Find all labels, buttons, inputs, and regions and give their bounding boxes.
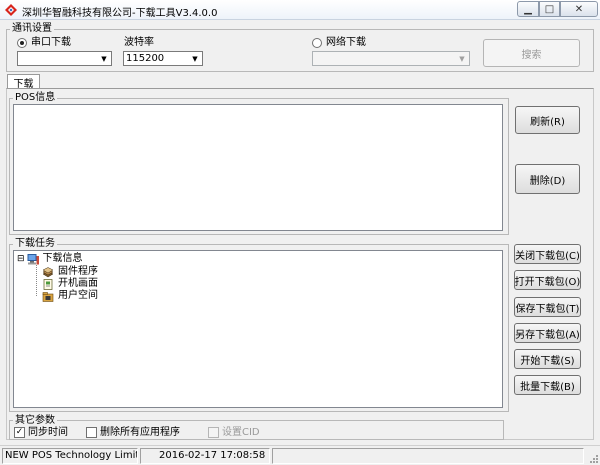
close-icon: ✕ — [574, 3, 584, 15]
refresh-button-label: 刷新(R) — [530, 116, 565, 128]
app-logo-icon — [5, 4, 17, 16]
maximize-icon: □ — [544, 3, 555, 15]
resize-grip-icon[interactable] — [588, 453, 598, 463]
start-download-button[interactable]: 开始下载(S) — [514, 349, 581, 369]
chevron-down-icon[interactable]: ▼ — [188, 52, 202, 65]
tree-item-firmware-label: 固件程序 — [58, 266, 98, 277]
chevron-down-icon[interactable]: ▼ — [455, 52, 469, 65]
tab-download[interactable]: 下载 — [7, 74, 40, 90]
tree-root-item[interactable]: ⊟ 下载信息 — [17, 253, 83, 265]
close-package-label: 关闭下载包(C) — [515, 250, 580, 262]
maximize-button[interactable]: □ — [539, 1, 560, 17]
open-package-label: 打开下载包(O) — [514, 276, 581, 288]
network-download-radio[interactable] — [312, 38, 322, 48]
close-package-button[interactable]: 关闭下载包(C) — [514, 244, 581, 264]
tree-item-user-space[interactable]: 用户空间 — [42, 290, 98, 302]
set-cid-checkbox[interactable] — [208, 427, 219, 438]
tree-item-boot-screen[interactable]: 开机画面 — [42, 278, 98, 290]
window-title: 深圳华智融科技有限公司-下载工具V3.4.0.0 — [22, 8, 218, 19]
baud-rate-label: 波特率 — [124, 37, 154, 48]
tree-collapse-icon[interactable]: ⊟ — [17, 254, 25, 264]
start-download-label: 开始下载(S) — [520, 355, 575, 367]
download-tasks-tree[interactable]: ⊟ 下载信息 固件程序 开机画面 用户空间 — [13, 250, 503, 408]
save-as-package-button[interactable]: 另存下载包(A) — [514, 323, 581, 343]
search-button[interactable]: 搜索 — [483, 39, 580, 67]
document-image-icon — [43, 278, 53, 290]
tree-connector-line — [36, 265, 37, 296]
minimize-button[interactable]: ▁ — [517, 1, 539, 17]
network-download-label[interactable]: 网络下载 — [326, 37, 366, 49]
serial-download-radio[interactable] — [17, 38, 27, 48]
sync-time-label[interactable]: 同步时间 — [28, 427, 68, 439]
other-params-title: 其它参数 — [13, 415, 57, 426]
baud-rate-select[interactable]: 115200 ▼ — [123, 51, 203, 66]
tree-item-user-space-label: 用户空间 — [58, 290, 98, 301]
serial-download-label[interactable]: 串口下载 — [31, 37, 71, 49]
search-button-label: 搜索 — [521, 49, 542, 61]
pos-info-title: POS信息 — [13, 92, 58, 103]
status-company: NEW POS Technology Limite — [2, 448, 138, 464]
save-package-label: 保存下载包(T) — [515, 303, 580, 315]
download-tasks-title: 下载任务 — [13, 238, 57, 249]
chevron-down-icon[interactable]: ▼ — [97, 52, 111, 65]
tree-item-boot-screen-label: 开机画面 — [58, 278, 98, 289]
checkmark-icon: ✓ — [15, 427, 24, 437]
minimize-icon: ▁ — [524, 3, 532, 15]
set-cid-label[interactable]: 设置CID — [222, 427, 260, 439]
open-package-button[interactable]: 打开下载包(O) — [514, 270, 581, 290]
tree-root-label: 下载信息 — [42, 253, 83, 264]
tree-item-firmware[interactable]: 固件程序 — [42, 266, 98, 278]
save-package-button[interactable]: 保存下载包(T) — [514, 297, 581, 317]
delete-button[interactable]: 删除(D) — [515, 164, 580, 194]
status-datetime: 2016-02-17 17:08:58 — [140, 448, 270, 464]
delete-button-label: 删除(D) — [529, 175, 566, 187]
delete-all-apps-label[interactable]: 删除所有应用程序 — [100, 427, 180, 439]
status-bar: NEW POS Technology Limite 2016-02-17 17:… — [0, 445, 600, 465]
status-empty-pane — [272, 448, 584, 464]
comm-settings-title: 通讯设置 — [10, 23, 54, 34]
sync-time-checkbox[interactable]: ✓ — [14, 427, 25, 438]
network-device-select[interactable]: ▼ — [312, 51, 470, 66]
user-space-icon — [42, 291, 54, 302]
computer-icon — [27, 253, 39, 264]
delete-all-apps-checkbox[interactable] — [86, 427, 97, 438]
batch-download-label: 批量下载(B) — [520, 381, 575, 393]
title-bar[interactable]: 深圳华智融科技有限公司-下载工具V3.4.0.0 ▁ □ ✕ — [0, 0, 600, 20]
serial-port-select[interactable]: ▼ — [17, 51, 112, 66]
firmware-stack-icon — [42, 266, 54, 277]
batch-download-button[interactable]: 批量下载(B) — [514, 375, 581, 395]
refresh-button[interactable]: 刷新(R) — [515, 106, 580, 134]
save-as-package-label: 另存下载包(A) — [515, 329, 580, 341]
baud-rate-value: 115200 — [126, 53, 165, 64]
pos-info-display[interactable] — [13, 104, 503, 231]
close-button[interactable]: ✕ — [560, 1, 598, 17]
